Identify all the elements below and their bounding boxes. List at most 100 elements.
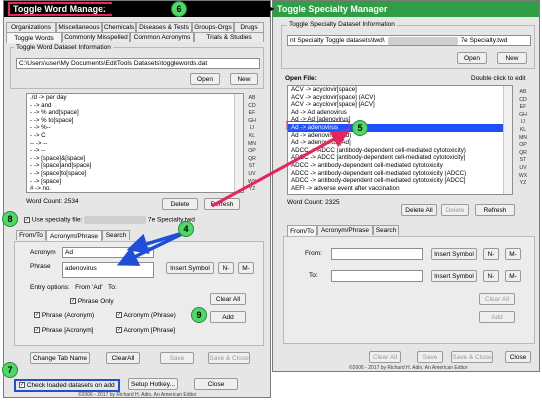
letter-index-item[interactable]: UV [248, 171, 255, 179]
opt-phrase-acronym-sq[interactable]: ✓ Phrase [Acronym] [34, 327, 93, 334]
tab-groups-orgs[interactable]: Groups-Orgs [192, 22, 234, 32]
letter-index-item[interactable]: QR [519, 150, 527, 158]
letter-index-item[interactable]: WX [519, 173, 527, 181]
letter-index-item[interactable]: KL [520, 127, 526, 135]
letter-index-item[interactable]: YZ [249, 186, 256, 194]
letter-index-item[interactable]: YZ [520, 180, 527, 188]
left-insert-symbol-button[interactable]: Insert Symbol [166, 262, 214, 274]
right-n-button-1[interactable]: N- [483, 248, 499, 260]
left-refresh-button[interactable]: Refresh [204, 198, 240, 210]
right-delete-all-button[interactable]: Delete All [401, 204, 437, 216]
left-new-button[interactable]: New [230, 73, 258, 85]
tab-commonly-misspelled[interactable]: Commonly Misspelled [62, 32, 130, 42]
left-save-button[interactable]: Save [160, 352, 194, 364]
right-insert-symbol-button-2[interactable]: Insert Symbol [431, 270, 477, 282]
check-loaded-checkbox[interactable]: ✓ [19, 382, 25, 389]
opt-acronym-phrase-checkbox[interactable]: ✓ [116, 312, 122, 319]
right-list-item[interactable]: Ad -> adenovirus [Ad] [288, 139, 512, 147]
right-list-item[interactable]: ADCC -> antibody-dependent cell-mediated… [288, 170, 512, 178]
right-new-button[interactable]: New [497, 52, 527, 64]
left-list-item[interactable]: - -> -- [27, 147, 243, 155]
right-tab-acronym-phrase[interactable]: Acronym/Phrase [317, 225, 373, 235]
letter-index-item[interactable]: IJ [250, 125, 254, 133]
left-title-bar[interactable]: Toggle Word Manager [4, 1, 270, 17]
phrase-only-option[interactable]: ✓ Phrase Only [70, 298, 114, 305]
right-m-button-2[interactable]: M- [505, 270, 521, 282]
right-list-item[interactable]: AEFI -> adverse event after vaccination [288, 185, 512, 193]
right-insert-symbol-button-1[interactable]: Insert Symbol [431, 248, 477, 260]
check-loaded-option[interactable]: ✓ Check loaded datasets on add [14, 379, 120, 392]
right-clear-all-button[interactable]: Clear All [369, 351, 401, 363]
left-list-item[interactable]: - -> C [27, 132, 243, 140]
left-add-button[interactable]: Add [210, 311, 246, 323]
right-list-item[interactable]: ADCC -> ADCC [antibody-dependent cell-me… [288, 154, 512, 162]
letter-index-item[interactable]: EF [249, 110, 256, 118]
left-list-scrollbar[interactable] [234, 94, 243, 192]
left-clearall-button[interactable]: ClearAll [106, 352, 140, 364]
right-save-button[interactable]: Save [417, 351, 443, 363]
letter-index-item[interactable]: ST [520, 157, 527, 165]
left-list-item[interactable]: - -> %-- [27, 124, 243, 132]
left-letter-index[interactable]: AB CD EF GH IJ KL MN OP QR ST UV WX YZ [246, 95, 258, 194]
from-input[interactable] [331, 248, 423, 260]
right-list-item[interactable]: Ad -> adenovirus (Ad) [288, 132, 512, 140]
tab-toggle-words[interactable]: Toggle Words [6, 32, 62, 43]
left-n-button[interactable]: N- [218, 262, 234, 274]
opt-phrase-acronym-sq-checkbox[interactable]: ✓ [34, 327, 40, 334]
left-open-button[interactable]: Open [190, 73, 220, 85]
use-specialty-checkbox[interactable]: ✓ [24, 217, 30, 223]
left-delete-button[interactable]: Delete [162, 198, 198, 210]
left-list-item[interactable]: - -> and [27, 102, 243, 110]
letter-index-item[interactable]: MN [519, 135, 527, 143]
letter-index-item[interactable]: AB [520, 89, 527, 97]
right-list-item[interactable]: Ad -> Ad adenovirus [288, 109, 512, 117]
right-list-item[interactable]: ACV -> acyclovir[space] (ACV) [288, 94, 512, 102]
tab-chemicals[interactable]: Chemicals [102, 22, 136, 32]
tab-organizations[interactable]: Organizations [6, 22, 56, 32]
left-list-item[interactable]: - -> [space] [27, 178, 243, 186]
right-close-button[interactable]: Close [505, 351, 531, 363]
left-list-item[interactable]: - -> [space]and[space] [27, 162, 243, 170]
letter-index-item[interactable]: CD [519, 97, 527, 105]
tab-common-acronyms[interactable]: Common Acronyms [130, 32, 194, 42]
right-title-bar[interactable]: Toggle Specialty Manager [273, 1, 539, 17]
right-list-item[interactable]: ACV -> acyclovir[space] [288, 86, 512, 94]
opt-acronym-phrase-sq-checkbox[interactable]: ✓ [116, 327, 122, 334]
right-list-item[interactable]: Ad -> adenovirus [288, 123, 512, 132]
right-list-item[interactable]: Ad -> Ad [adenovirus] [288, 116, 512, 124]
opt-acronym-phrase[interactable]: ✓ Acronym (Phrase) [116, 312, 176, 319]
left-tab-acronym-phrase[interactable]: Acronym/Phrase [46, 230, 102, 241]
left-tab-from-to[interactable]: From/To [16, 230, 46, 240]
left-list-item[interactable]: - -> [space]to[space] [27, 170, 243, 178]
phrase-input[interactable]: adenovirus [62, 262, 154, 278]
change-tab-name-button[interactable]: Change Tab Name [30, 352, 90, 364]
letter-index-item[interactable]: WX [248, 179, 256, 187]
tab-diseases-tests[interactable]: Diseases & Tests [136, 22, 192, 32]
letter-index-item[interactable]: ST [249, 163, 256, 171]
right-list-item[interactable]: ADCC -> antibody-dependent cell-mediated… [288, 162, 512, 170]
right-save-close-button[interactable]: Save & Close [451, 351, 493, 363]
opt-phrase-acronym-checkbox[interactable]: ✓ [34, 312, 40, 319]
right-list-item[interactable]: ADCC -> antibody-dependent cell-mediated… [288, 177, 512, 185]
left-list-item[interactable]: - -> [space]&[space] [27, 155, 243, 163]
left-list-item[interactable]: ./d -> per day [27, 94, 243, 102]
letter-index-item[interactable]: AB [249, 95, 256, 103]
right-m-button-1[interactable]: M- [505, 248, 521, 260]
left-m-button[interactable]: M- [238, 262, 254, 274]
letter-index-item[interactable]: EF [520, 104, 527, 112]
right-tab-search[interactable]: Search [373, 225, 399, 235]
letter-index-item[interactable]: OP [519, 142, 527, 150]
right-delete-button[interactable]: Delete [441, 204, 469, 216]
right-dataset-path-field[interactable]: nt Specialty Toggle datasets\twd\ 7e Spe… [287, 35, 531, 46]
tab-trials-studies[interactable]: Trials & Studies [194, 32, 264, 42]
letter-index-item[interactable]: GH [248, 118, 256, 126]
letter-index-item[interactable]: QR [248, 156, 256, 164]
left-tab-search[interactable]: Search [102, 230, 130, 240]
setup-hotkey-button[interactable]: Setup Hotkey... [128, 378, 178, 390]
left-list-item[interactable]: -- -> -- [27, 140, 243, 148]
to-input[interactable] [331, 270, 423, 282]
right-list-item[interactable]: ACV -> acyclovir[space] [ACV] [288, 101, 512, 109]
letter-index-item[interactable]: IJ [521, 119, 525, 127]
left-clear-all-button[interactable]: Clear All [210, 293, 246, 305]
right-add-button[interactable]: Add [479, 311, 515, 323]
